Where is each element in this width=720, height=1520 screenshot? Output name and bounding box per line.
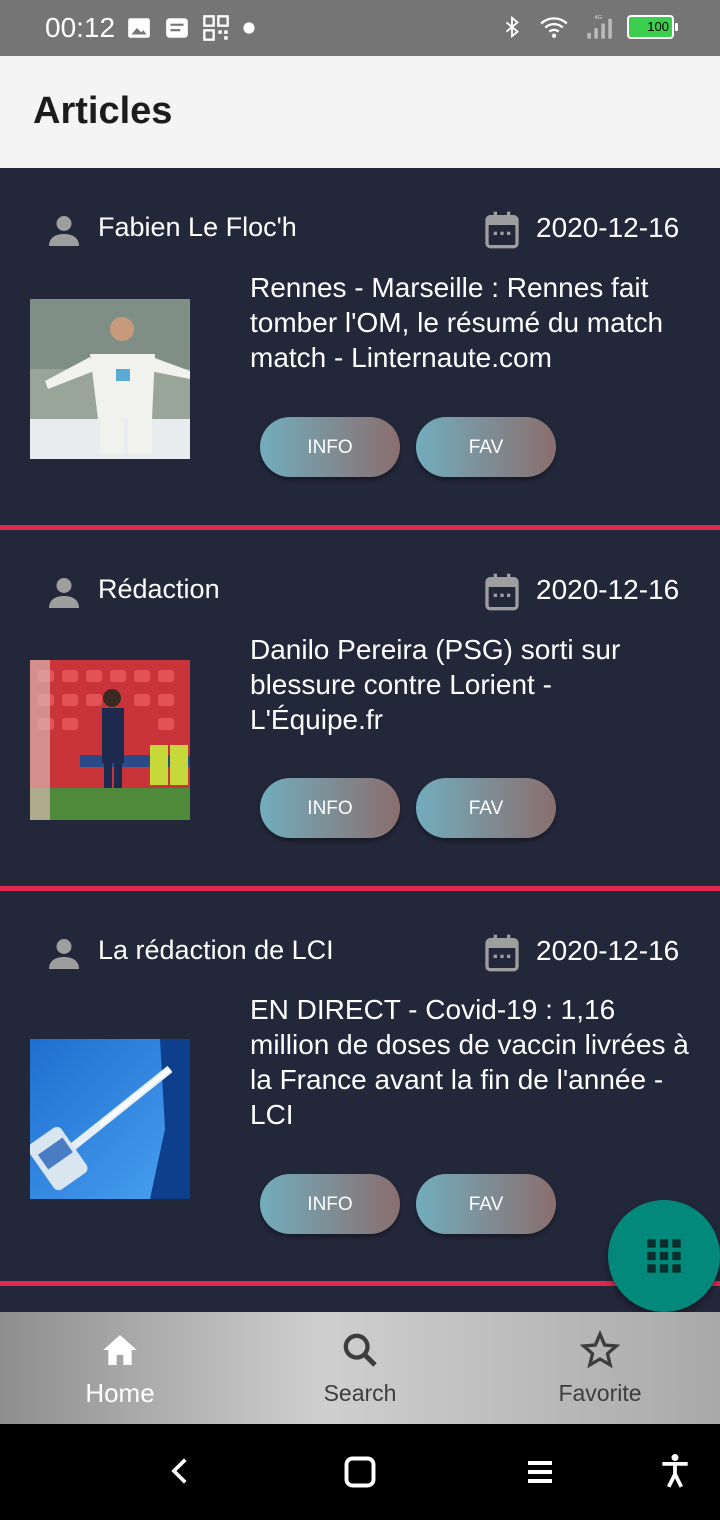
recent-apps-icon[interactable] (522, 1454, 558, 1490)
back-icon[interactable] (164, 1454, 198, 1488)
notification-icons (126, 14, 256, 42)
network-label: 4G (594, 15, 602, 21)
grid-icon (647, 1239, 681, 1273)
status-bar: 00:12 4G 100 (0, 0, 720, 56)
star-icon (580, 1330, 620, 1369)
article-title[interactable]: Danilo Pereira (PSG) sorti sur blessure … (250, 632, 640, 737)
divider (0, 1281, 720, 1286)
nav-home[interactable]: Home (0, 1312, 240, 1424)
home-button-icon[interactable] (342, 1454, 378, 1490)
bluetooth-icon (505, 15, 519, 39)
football-player-image (30, 299, 190, 459)
article-card[interactable]: La rédaction de LCI 2020-12-16 EN DIRECT… (0, 891, 720, 1286)
article-date: 2020-12-16 (536, 935, 680, 966)
signal-icon: 4G (587, 15, 612, 39)
calendar-icon (485, 934, 519, 972)
article-title[interactable]: Rennes - Marseille : Rennes fait tomber … (250, 270, 700, 375)
grid-fab-button[interactable] (608, 1200, 720, 1312)
search-icon (343, 1333, 377, 1367)
qr-code-icon (203, 15, 229, 41)
article-thumbnail[interactable] (30, 1039, 190, 1199)
fav-button[interactable]: FAV (416, 1174, 556, 1234)
calendar-icon (485, 211, 519, 249)
article-date: 2020-12-16 (536, 574, 680, 605)
info-button[interactable]: INFO (260, 778, 400, 838)
nav-home-label: Home (85, 1378, 155, 1408)
home-icon (103, 1335, 137, 1365)
person-icon (49, 578, 79, 608)
info-button[interactable]: INFO (260, 417, 400, 477)
page-title: Articles (33, 90, 173, 132)
vaccine-image (30, 1039, 190, 1199)
article-date: 2020-12-16 (536, 212, 680, 243)
nav-search[interactable]: Search (240, 1312, 480, 1424)
fav-button[interactable]: FAV (416, 417, 556, 477)
fav-button[interactable]: FAV (416, 778, 556, 838)
nav-search-label: Search (323, 1380, 397, 1406)
accessibility-icon[interactable] (656, 1452, 694, 1490)
status-time: 00:12 (45, 12, 116, 43)
person-icon (49, 216, 79, 246)
message-icon (166, 18, 188, 38)
stadium-bench-image (30, 660, 190, 820)
article-title[interactable]: EN DIRECT - Covid-19 : 1,16 million de d… (250, 992, 700, 1132)
system-navigation-bar (0, 1424, 720, 1520)
nav-favorite[interactable]: Favorite (480, 1312, 720, 1424)
article-card[interactable]: Fabien Le Floc'h 2020-12-16 Rennes - Mar… (0, 168, 720, 530)
nav-favorite-label: Favorite (558, 1380, 642, 1406)
bottom-navigation: Home Search Favorite (0, 1312, 720, 1424)
wifi-icon (540, 17, 568, 38)
battery-icon: 100 (627, 15, 678, 39)
article-thumbnail[interactable] (30, 660, 190, 820)
info-button[interactable]: INFO (260, 1174, 400, 1234)
dot-icon (243, 22, 255, 34)
article-author: Rédaction (98, 574, 220, 604)
article-author: Fabien Le Floc'h (98, 212, 297, 242)
system-icons: 4G 100 (501, 12, 678, 42)
app-bar: Articles (0, 56, 720, 168)
person-icon (49, 939, 79, 969)
image-icon (128, 18, 150, 38)
article-card[interactable]: Rédaction 2020-12-16 Danilo Pereira (PSG… (0, 530, 720, 891)
calendar-icon (485, 573, 519, 611)
article-author: La rédaction de LCI (98, 935, 334, 965)
article-thumbnail[interactable] (30, 299, 190, 459)
